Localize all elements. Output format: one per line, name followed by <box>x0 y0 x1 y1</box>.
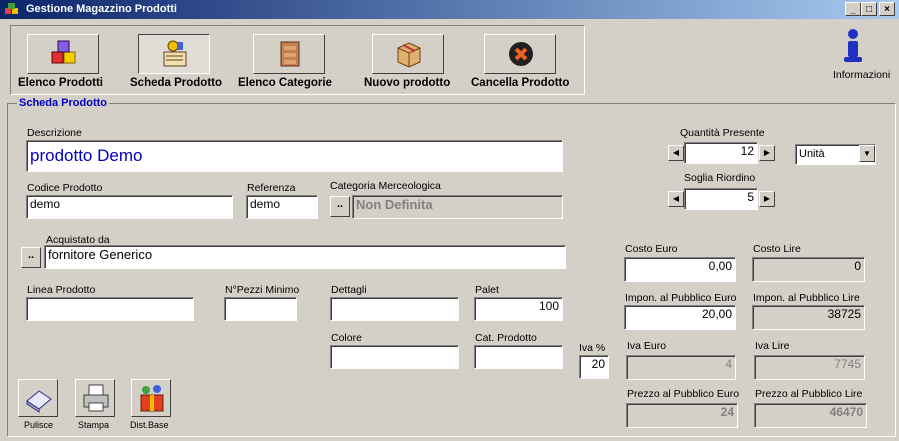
prezzo-lire-field: 46470 <box>754 403 867 428</box>
impon-lire-label: Impon. al Pubblico Lire <box>753 292 860 304</box>
elenco-prodotti-button[interactable] <box>27 34 99 74</box>
costo-lire-label: Costo Lire <box>753 243 801 255</box>
nuovo-prodotto-label: Nuovo prodotto <box>364 77 451 89</box>
iva-lire-field: 7745 <box>754 355 865 380</box>
dist-base-label: Dist.Base <box>130 420 169 430</box>
categoria-browse-button[interactable]: .. <box>330 196 350 217</box>
soglia-increment-button[interactable]: ▶ <box>759 191 775 207</box>
pulisce-button[interactable] <box>18 379 58 417</box>
minimize-button[interactable]: _ <box>845 2 861 16</box>
iva-pct-field[interactable]: 20 <box>579 355 609 379</box>
iva-euro-field: 4 <box>626 355 736 380</box>
gift-box-icon <box>140 385 164 412</box>
scheda-prodotto-button[interactable] <box>138 34 210 74</box>
dettagli-field[interactable] <box>330 297 459 321</box>
soglia-decrement-button[interactable]: ◀ <box>668 191 684 207</box>
scheda-prodotto-label: Scheda Prodotto <box>130 77 223 89</box>
costo-euro-label: Costo Euro <box>625 243 678 255</box>
unita-select[interactable]: Unità ▼ <box>795 144 876 165</box>
referenza-label: Referenza <box>247 182 296 194</box>
colore-field[interactable] <box>330 345 459 369</box>
scheda-prodotto-title: Scheda Prodotto <box>17 97 110 109</box>
dist-base-button[interactable] <box>131 379 171 417</box>
pezzi-label: N°Pezzi Minimo <box>225 284 300 296</box>
nuovo-prodotto-button[interactable] <box>372 34 444 74</box>
soglia-label: Soglia Riordino <box>684 172 756 184</box>
stampa-button[interactable] <box>75 379 115 417</box>
prezzo-euro-field: 24 <box>626 403 738 428</box>
maximize-button[interactable]: □ <box>861 2 877 16</box>
prezzo-lire-label: Prezzo al Pubblico Lire <box>755 388 863 400</box>
iva-euro-label: Iva Euro <box>627 340 667 352</box>
impon-euro-field[interactable]: 20,00 <box>624 305 736 330</box>
categoria-field[interactable]: Non Definita <box>352 195 563 219</box>
soglia-field[interactable]: 5 <box>684 188 758 210</box>
costo-lire-field: 0 <box>752 257 865 282</box>
qta-field[interactable]: 12 <box>684 142 758 164</box>
categoria-label: Categoria Merceologica <box>330 180 441 192</box>
unita-value: Unità <box>799 148 825 160</box>
iva-pct-label: Iva % <box>579 342 606 354</box>
close-button[interactable]: × <box>879 2 895 16</box>
fornitore-browse-button[interactable]: .. <box>21 247 41 268</box>
palet-field[interactable]: 100 <box>474 297 563 321</box>
costo-euro-field[interactable]: 0,00 <box>624 257 736 282</box>
title-bar: Gestione Magazzino Prodotti _ □ × <box>0 0 899 19</box>
referenza-field[interactable]: demo <box>246 195 318 219</box>
window-title: Gestione Magazzino Prodotti <box>26 3 177 15</box>
impon-lire-field: 38725 <box>752 305 865 330</box>
pulisce-label: Pulisce <box>24 420 54 430</box>
informazioni-label[interactable]: Informazioni <box>833 69 890 81</box>
cancella-prodotto-label: Cancella Prodotto <box>471 77 570 89</box>
iva-lire-label: Iva Lire <box>755 340 790 352</box>
qta-label: Quantità Presente <box>680 127 765 139</box>
elenco-prodotti-label: Elenco Prodotti <box>18 77 103 89</box>
elenco-categorie-button[interactable] <box>253 34 325 74</box>
dettagli-label: Dettagli <box>331 284 367 296</box>
descrizione-field[interactable]: prodotto Demo <box>26 140 563 172</box>
cat-prodotto-field[interactable] <box>474 345 563 369</box>
package-icon <box>397 42 421 68</box>
delete-icon <box>509 42 533 66</box>
descrizione-label: Descrizione <box>27 127 82 139</box>
cat-prodotto-label: Cat. Prodotto <box>475 332 537 344</box>
printer-icon <box>83 384 109 412</box>
codice-label: Codice Prodotto <box>27 182 103 194</box>
chevron-down-icon[interactable]: ▼ <box>859 145 875 162</box>
eraser-icon <box>26 390 52 413</box>
palet-label: Palet <box>475 284 499 296</box>
category-box-icon <box>280 41 300 67</box>
impon-euro-label: Impon. al Pubblico Euro <box>625 292 737 304</box>
prezzo-euro-label: Prezzo al Pubblico Euro <box>627 388 740 400</box>
linea-field[interactable] <box>26 297 194 321</box>
qta-increment-button[interactable]: ▶ <box>759 145 775 161</box>
cancella-prodotto-button[interactable] <box>484 34 556 74</box>
fornitore-field[interactable]: fornitore Generico <box>44 245 566 269</box>
qta-decrement-button[interactable]: ◀ <box>668 145 684 161</box>
stampa-label: Stampa <box>78 420 110 430</box>
pezzi-field[interactable] <box>224 297 297 321</box>
linea-label: Linea Prodotto <box>27 284 96 296</box>
product-sheet-icon <box>163 40 187 67</box>
app-icon <box>5 3 18 14</box>
colore-label: Colore <box>331 332 362 344</box>
info-icon[interactable] <box>842 28 864 64</box>
codice-field[interactable]: demo <box>26 195 233 219</box>
elenco-categorie-label: Elenco Categorie <box>238 77 332 89</box>
cubes-icon <box>51 40 76 64</box>
